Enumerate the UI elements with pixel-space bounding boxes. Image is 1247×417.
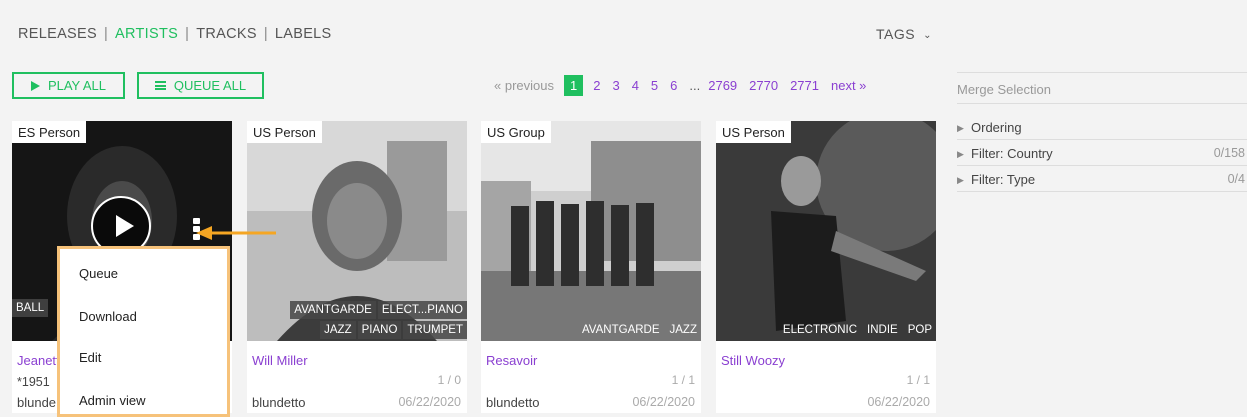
page-link[interactable]: 3 <box>612 78 619 93</box>
sidebar-item-label: Ordering <box>971 120 1022 135</box>
country-type-badge: US Person <box>247 121 322 143</box>
annotation-arrow-icon <box>196 226 276 240</box>
artist-name[interactable]: Will Miller <box>252 353 308 368</box>
page-link[interactable]: 2771 <box>790 78 819 93</box>
artist-name[interactable]: Resavoir <box>486 353 537 368</box>
queue-all-label: QUEUE ALL <box>173 78 247 93</box>
nav-tracks[interactable]: TRACKS <box>189 26 264 42</box>
previous-link[interactable]: « previous <box>494 78 554 93</box>
menu-item-admin-view[interactable]: Admin view <box>79 393 145 408</box>
added-by-user[interactable]: blunde <box>17 395 56 410</box>
sidebar-item-label: Filter: Type <box>971 172 1036 187</box>
page-link[interactable]: 4 <box>632 78 639 93</box>
added-date: 06/22/2020 <box>632 395 695 409</box>
country-type-badge: US Person <box>716 121 791 143</box>
artist-card[interactable]: US Person AVANTGARDE ELECT...PIANO JAZZ … <box>247 121 467 413</box>
tag-row: JAZZ PIANO TRUMPET <box>320 321 467 339</box>
menu-item-download[interactable]: Download <box>79 309 137 324</box>
play-all-label: PLAY ALL <box>47 78 107 93</box>
expand-triangle-icon: ▶ <box>957 123 964 133</box>
added-by-user[interactable]: blundetto <box>252 395 306 410</box>
genre-tag[interactable]: BALL <box>12 299 49 317</box>
added-date: 06/22/2020 <box>398 395 461 409</box>
sidebar-item-filter-type[interactable]: ▶ Filter: Type 0/4 <box>957 166 1247 192</box>
genre-tag[interactable]: AVANTGARDE <box>578 321 664 339</box>
tags-label: TAGS <box>876 26 916 42</box>
artist-image[interactable] <box>716 121 936 341</box>
nav-artists[interactable]: ARTISTS <box>108 26 185 42</box>
page-link[interactable]: 5 <box>651 78 658 93</box>
play-icon <box>30 80 40 91</box>
genre-tag[interactable]: JAZZ <box>666 321 701 339</box>
play-all-button[interactable]: PLAY ALL <box>12 72 125 99</box>
page-current[interactable]: 1 <box>563 75 584 96</box>
genre-tag[interactable]: AVANTGARDE <box>290 301 376 319</box>
tag-row: ELECTRONIC INDIE POP <box>779 321 936 339</box>
sidebar: Merge Selection ▶ Ordering ▶ Filter: Cou… <box>957 72 1247 192</box>
added-date: 06/22/2020 <box>867 395 930 409</box>
page-link[interactable]: 2770 <box>749 78 778 93</box>
menu-item-queue[interactable]: Queue <box>79 266 118 281</box>
list-icon <box>154 81 166 90</box>
sidebar-item-filter-country[interactable]: ▶ Filter: Country 0/158 <box>957 140 1247 166</box>
tag-row: BALL <box>12 299 49 317</box>
nav-releases[interactable]: RELEASES <box>18 26 104 42</box>
type-nav: RELEASES | ARTISTS | TRACKS | LABELS <box>18 26 339 42</box>
genre-tag[interactable]: POP <box>904 321 936 339</box>
nav-labels[interactable]: LABELS <box>268 26 339 42</box>
queue-all-button[interactable]: QUEUE ALL <box>137 72 264 99</box>
expand-triangle-icon: ▶ <box>957 149 964 159</box>
tag-row: AVANTGARDE ELECT...PIANO <box>290 301 467 319</box>
pagination: « previous 1 2 3 4 5 6 ... 2769 2770 277… <box>494 75 878 96</box>
tags-dropdown[interactable]: TAGS ⌄ <box>876 26 932 42</box>
filter-count: 0/158 <box>1213 146 1245 160</box>
genre-tag[interactable]: ELECTRONIC <box>779 321 861 339</box>
country-type-badge: US Group <box>481 121 551 143</box>
tag-row: AVANTGARDE JAZZ <box>578 321 701 339</box>
sidebar-item-ordering[interactable]: ▶ Ordering <box>957 114 1247 140</box>
release-track-count: 1 / 0 <box>437 373 461 387</box>
artist-name[interactable]: Still Woozy <box>721 353 785 368</box>
context-menu: Queue Download Edit Admin view <box>57 246 230 417</box>
artist-name[interactable]: Jeanett <box>17 353 60 368</box>
page-link[interactable]: 6 <box>670 78 677 93</box>
filter-count: 0/4 <box>1227 172 1245 186</box>
page-link[interactable]: 2769 <box>708 78 737 93</box>
page-link[interactable]: 2 <box>593 78 600 93</box>
menu-item-edit[interactable]: Edit <box>79 350 101 365</box>
expand-triangle-icon: ▶ <box>957 175 964 185</box>
artist-card[interactable]: US Group AVANTGARDE JAZZ Resavoir 1 / 1 … <box>481 121 701 413</box>
genre-tag[interactable]: INDIE <box>863 321 902 339</box>
artist-image[interactable] <box>481 121 701 341</box>
genre-tag[interactable]: PIANO <box>357 321 402 339</box>
merge-selection-field[interactable]: Merge Selection <box>957 72 1247 104</box>
genre-tag[interactable]: TRUMPET <box>403 321 467 339</box>
genre-tag[interactable]: JAZZ <box>320 321 356 339</box>
added-by-user[interactable]: blundetto <box>486 395 540 410</box>
artist-year: *1951 <box>17 375 50 389</box>
artist-card[interactable]: US Person ELECTRONIC INDIE POP Still Woo… <box>716 121 936 413</box>
genre-tag[interactable]: ELECT...PIANO <box>377 301 467 319</box>
sidebar-item-label: Filter: Country <box>971 146 1053 161</box>
country-type-badge: ES Person <box>12 121 87 143</box>
release-track-count: 1 / 1 <box>671 373 695 387</box>
chevron-down-icon: ⌄ <box>923 30 932 41</box>
next-link[interactable]: next » <box>831 78 866 93</box>
page-ellipsis: ... <box>689 78 701 93</box>
release-track-count: 1 / 1 <box>906 373 930 387</box>
